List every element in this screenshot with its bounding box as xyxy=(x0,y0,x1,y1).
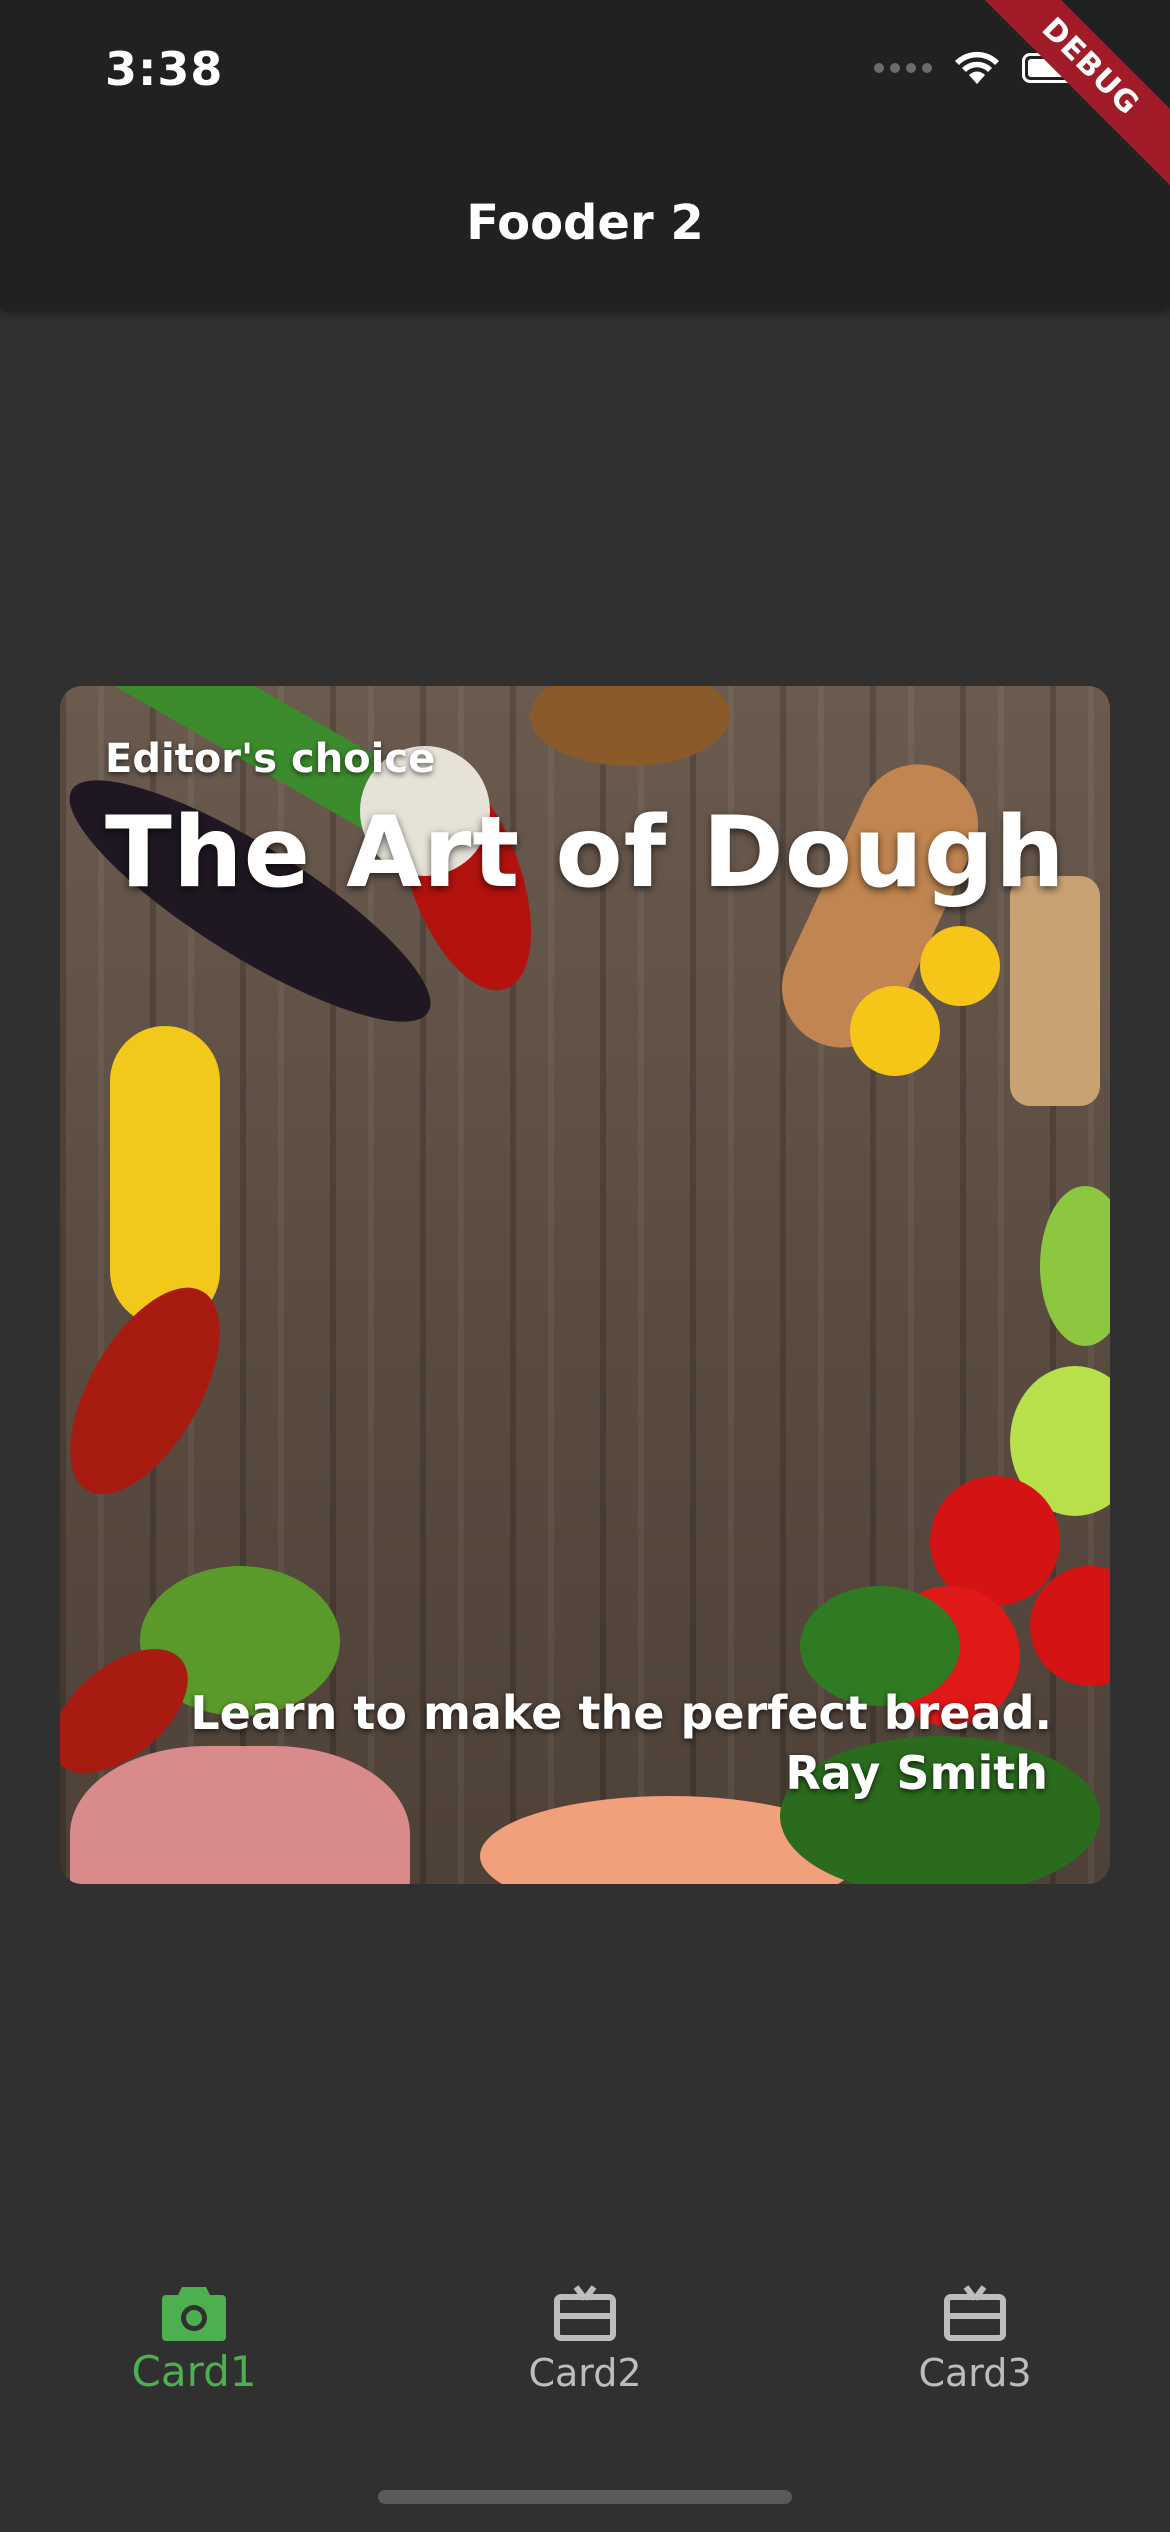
nav-label-card2: Card2 xyxy=(528,2351,642,2395)
bottom-navigation-bar: Card1 Card2 Card3 xyxy=(0,2235,1170,2532)
camera-icon xyxy=(162,2287,226,2341)
cellular-signal-icon xyxy=(874,63,932,73)
card-description: Learn to make the perfect bread. xyxy=(190,1686,1052,1740)
app-bar: 3:38 Fooder 2 xyxy=(0,0,1170,308)
nav-item-card2[interactable]: Card2 xyxy=(455,2235,715,2395)
card-giftcard-icon xyxy=(554,2285,616,2341)
nav-label-card1: Card1 xyxy=(131,2347,257,2396)
recipe-card[interactable]: Editor's choice The Art of Dough Learn t… xyxy=(60,686,1110,1884)
nav-label-card3: Card3 xyxy=(918,2351,1032,2395)
card-giftcard-icon xyxy=(944,2285,1006,2341)
card-category: Editor's choice xyxy=(105,736,436,782)
status-time: 3:38 xyxy=(105,42,224,96)
wifi-icon xyxy=(955,51,999,84)
card-title: The Art of Dough xyxy=(105,796,1066,910)
card-author: Ray Smith xyxy=(785,1746,1048,1800)
nav-item-card1[interactable]: Card1 xyxy=(64,2235,324,2396)
nav-item-card3[interactable]: Card3 xyxy=(845,2235,1105,2395)
home-indicator[interactable] xyxy=(378,2490,792,2504)
app-title: Fooder 2 xyxy=(466,195,704,251)
